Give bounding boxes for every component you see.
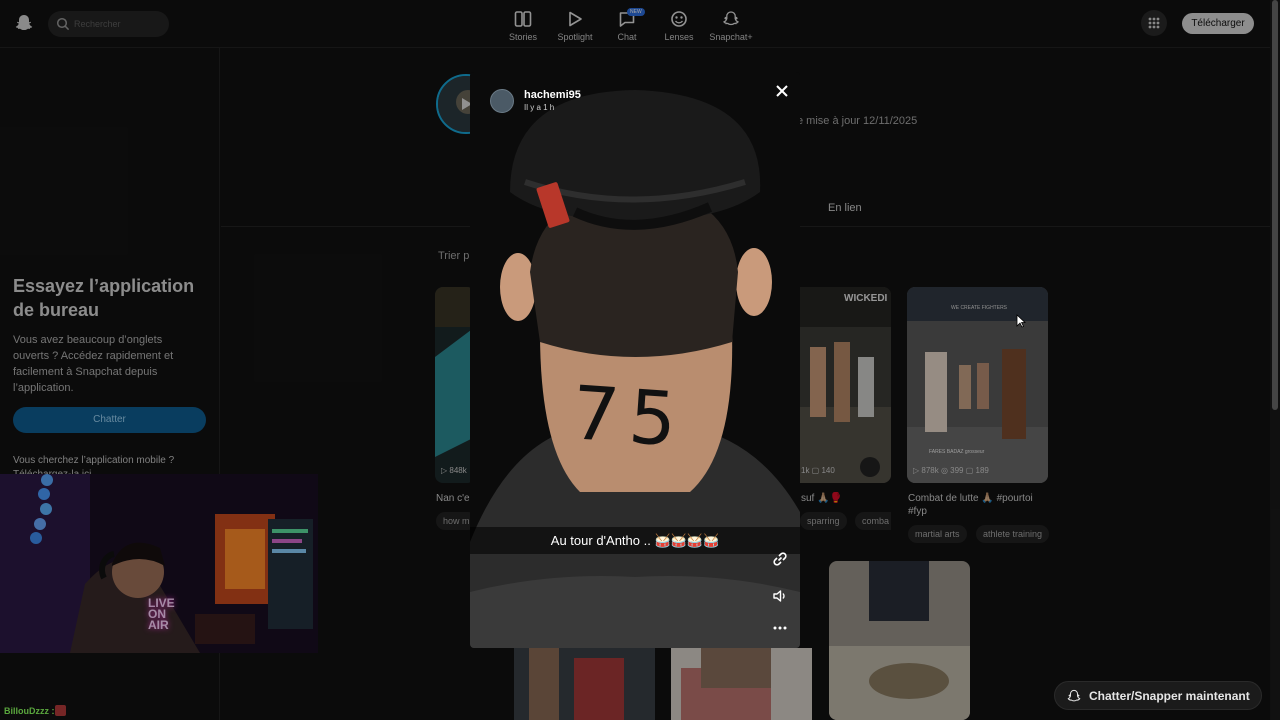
card-2-tag-2[interactable]: comba <box>855 512 891 530</box>
nav-spotlight-label: Spotlight <box>557 32 593 42</box>
card-3-stats: ▷ 878k ◎ 399 ▢ 189 <box>913 466 989 475</box>
card-6-thumbnail <box>829 561 970 720</box>
card-1-thumbnail <box>435 287 475 483</box>
close-icon[interactable] <box>772 81 792 101</box>
promo-mobile-text: Vous cherchez l’application mobile ? Tél… <box>13 455 175 474</box>
nav-chat-label: Chat <box>617 32 637 42</box>
apps-grid-button[interactable] <box>1141 10 1167 36</box>
download-button[interactable]: Télécharger <box>1182 13 1254 34</box>
scrollbar-thumb[interactable] <box>1272 0 1278 410</box>
card-1-caption: Nan c'es <box>436 493 475 504</box>
stories-icon <box>514 11 532 27</box>
nav-spotlight[interactable]: Spotlight <box>545 8 605 46</box>
promo-text: Vous avez beaucoup d’onglets ouverts ? A… <box>13 334 174 394</box>
card-4-thumbnail <box>514 648 655 720</box>
more-options-icon[interactable] <box>770 618 790 638</box>
promo-title: Essayez l’application de bureau <box>13 276 195 320</box>
card-3-overlay-text: FARES BADAZ grosseur <box>929 449 985 455</box>
story-author-username[interactable]: hachemi95 <box>524 89 581 101</box>
spotlight-icon <box>569 11 582 27</box>
card-3-caption: Combat de lutte 🙏🏼 #pourtoi #fyp <box>908 493 1033 517</box>
spotlight-card-3[interactable]: WE CREATE FIGHTERS FARES BADAZ grosseur <box>907 287 1048 483</box>
chatter-button[interactable]: Chatter <box>13 407 206 433</box>
tab-en-lien[interactable]: En lien <box>828 202 862 214</box>
spotlight-card-6[interactable] <box>829 561 970 720</box>
card-2-stats: 1k ▢ 140 <box>801 466 835 475</box>
webcam-neon-sign: LIVE ON AIR <box>148 596 175 632</box>
streamer-webcam: LIVE ON AIR <box>0 474 318 653</box>
story-author-avatar[interactable] <box>490 89 514 113</box>
nav-lenses-label: Lenses <box>664 32 694 42</box>
story-viewer: 75 hachemi95 Il y a 1 h Au tour d'Antho … <box>470 72 800 648</box>
stream-chat-emote-icon <box>55 705 66 716</box>
card-2-caption: suf 🙏🏼🥊 <box>801 493 843 504</box>
stream-chat-user: BillouDzzz : <box>4 706 55 716</box>
chat-snap-now-label: Chatter/Snapper maintenant <box>1089 689 1250 703</box>
card-3-banner: WE CREATE FIGHTERS <box>951 305 1008 311</box>
last-updated-text: e mise à jour 12/11/2025 <box>797 115 918 127</box>
card-2-banner: WICKEDI <box>844 293 888 304</box>
search-icon <box>56 17 70 31</box>
mouse-cursor-icon <box>1016 314 1026 328</box>
apps-grid-icon <box>1148 17 1160 29</box>
chat-new-badge: NEW <box>627 8 645 16</box>
spotlight-card-4[interactable] <box>514 648 655 720</box>
top-bar: Stories Spotlight NEW Chat Lenses Snapch… <box>0 0 1280 48</box>
nav-stories-label: Stories <box>508 32 537 42</box>
card-1-stats: ▷ 848k <box>441 466 467 475</box>
card-3-tag-2[interactable]: athlete training <box>976 525 1050 543</box>
spotlight-card-2[interactable]: WICKEDI <box>800 287 891 483</box>
nav-chat[interactable]: NEW Chat <box>597 8 657 46</box>
search-box[interactable] <box>48 11 169 37</box>
neck-marking: 75 <box>569 370 690 464</box>
link-icon[interactable] <box>770 549 790 569</box>
spotlight-card-1[interactable] <box>435 287 475 483</box>
nav-snapchat-plus[interactable]: Snapchat+ <box>701 8 761 46</box>
snapchat-ghost-icon <box>1067 689 1081 702</box>
story-timestamp: Il y a 1 h <box>524 103 555 112</box>
chat-snap-now-button[interactable]: Chatter/Snapper maintenant <box>1054 681 1262 710</box>
sort-label[interactable]: Trier p <box>438 250 469 262</box>
nav-snapchat-plus-label: Snapchat+ <box>709 32 753 42</box>
card-2-tag-1[interactable]: sparring <box>800 512 847 530</box>
search-input[interactable] <box>74 14 164 34</box>
lenses-icon <box>671 11 687 27</box>
nav-lenses[interactable]: Lenses <box>649 8 709 46</box>
spotlight-card-5[interactable] <box>671 648 812 720</box>
snapchat-plus-icon <box>723 11 739 26</box>
nav-stories[interactable]: Stories <box>493 8 553 46</box>
card-3-tag-1[interactable]: martial arts <box>908 525 967 543</box>
volume-icon[interactable] <box>770 586 790 606</box>
card-2-thumbnail <box>800 287 891 483</box>
story-caption: Au tour d'Antho .. 🥁🥁🥁🥁 <box>470 527 800 554</box>
snapchat-ghost-icon[interactable] <box>14 13 34 33</box>
story-image <box>470 72 800 648</box>
card-5-thumbnail <box>671 648 812 720</box>
